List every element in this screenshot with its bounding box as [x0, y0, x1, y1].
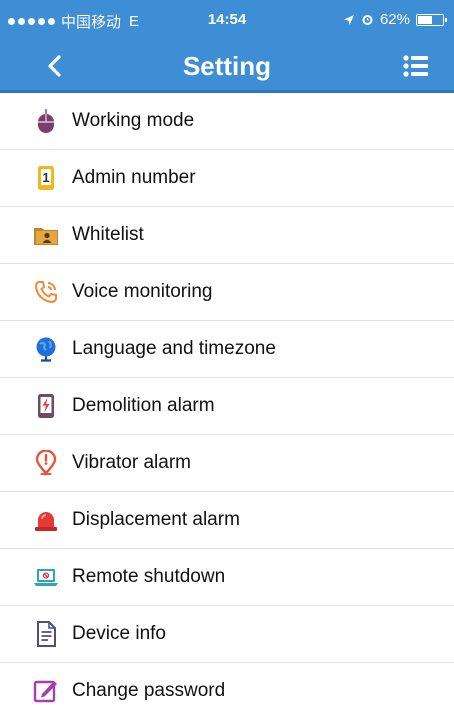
setting-label: Admin number — [72, 167, 196, 188]
setting-working-mode[interactable]: Working mode — [0, 93, 454, 150]
page-title: Setting — [182, 51, 272, 81]
edit-icon — [33, 678, 59, 704]
setting-displacement-alarm[interactable]: Displacement alarm — [0, 492, 454, 549]
setting-change-password[interactable]: Change password — [0, 663, 454, 719]
setting-remote-shutdown[interactable]: Remote shutdown — [0, 549, 454, 606]
setting-label: Vibrator alarm — [72, 452, 191, 473]
document-icon — [33, 621, 59, 647]
contact-folder-icon — [33, 222, 59, 248]
setting-label: Device info — [72, 623, 166, 644]
setting-label: Change password — [72, 680, 226, 701]
setting-demolition-alarm[interactable]: Demolition alarm — [0, 378, 454, 435]
settings-list: Working mode 1 Admin number Whitelist Vo… — [0, 93, 454, 719]
nav-bar: Setting — [0, 42, 454, 93]
alarm-clock-icon — [362, 15, 373, 25]
battery-percent: 62% — [379, 11, 410, 28]
laptop-icon — [33, 564, 59, 590]
setting-admin-number[interactable]: 1 Admin number — [0, 150, 454, 207]
setting-language-timezone[interactable]: Language and timezone — [0, 321, 454, 378]
setting-label: Whitelist — [72, 224, 144, 245]
svg-text:1: 1 — [42, 170, 49, 185]
location-arrow-icon — [343, 14, 354, 25]
setting-label: Remote shutdown — [72, 566, 226, 587]
mouse-icon — [33, 108, 59, 134]
phone-call-icon — [33, 279, 59, 305]
setting-label: Voice monitoring — [72, 281, 213, 302]
status-bar-right: 62% — [343, 11, 447, 28]
menu-button[interactable] — [402, 54, 430, 78]
siren-icon — [33, 507, 59, 533]
setting-vibrator-alarm[interactable]: Vibrator alarm — [0, 435, 454, 492]
setting-voice-monitoring[interactable]: Voice monitoring — [0, 264, 454, 321]
setting-label: Demolition alarm — [72, 395, 215, 416]
phone-number-icon: 1 — [33, 165, 59, 191]
setting-whitelist[interactable]: Whitelist — [0, 207, 454, 264]
battery-icon — [416, 13, 447, 26]
setting-label: Language and timezone — [72, 338, 276, 359]
location-alert-icon — [33, 450, 59, 476]
phone-alert-icon — [33, 393, 59, 419]
setting-label: Displacement alarm — [72, 509, 240, 530]
list-menu-icon — [403, 55, 428, 77]
setting-label: Working mode — [72, 110, 195, 131]
status-bar: 中国移动 E 14:54 62% — [0, 0, 454, 42]
globe-icon — [33, 336, 59, 362]
setting-device-info[interactable]: Device info — [0, 606, 454, 663]
